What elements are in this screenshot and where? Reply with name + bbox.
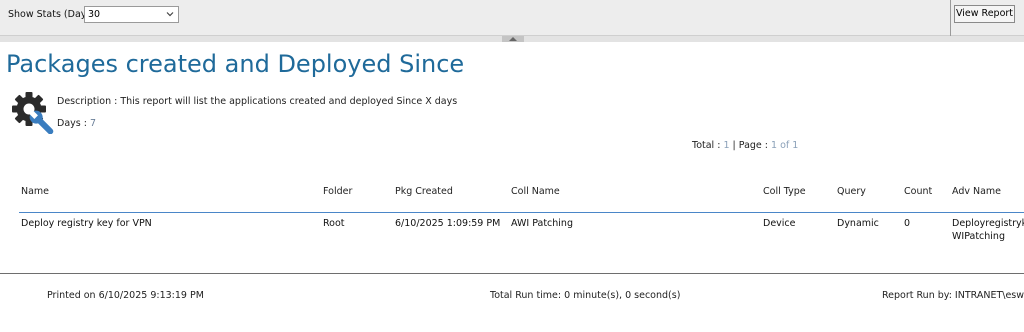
run-time: Total Run time: 0 minute(s), 0 second(s) [490, 290, 681, 301]
show-stats-label: Show Stats (Days) [8, 9, 96, 20]
show-stats-value: 30 [88, 9, 101, 20]
column-header-count: Count [904, 186, 933, 197]
cell-query: Dynamic [837, 218, 879, 229]
chevron-down-icon [166, 12, 174, 17]
cell-folder: Root [323, 218, 345, 229]
printed-on: Printed on 6/10/2025 9:13:19 PM [47, 290, 204, 301]
gear-wrench-icon [12, 92, 54, 134]
report-title: Packages created and Deployed Since [6, 50, 465, 78]
cell-name: Deploy registry key for VPN [21, 218, 152, 229]
column-header-query: Query [837, 186, 866, 197]
collapse-parameters-button[interactable] [502, 36, 524, 42]
column-header-coll-type: Coll Type [763, 186, 806, 197]
cell-coll-name: AWI Patching [511, 218, 573, 229]
report-description: Description : This report will list the … [57, 96, 458, 107]
page-value: 1 of 1 [771, 140, 799, 151]
toolbar-divider [950, 0, 951, 36]
column-header-folder: Folder [323, 186, 353, 197]
cell-count: 0 [904, 218, 911, 229]
cell-adv-name-line1: Deployregistryke [952, 218, 1024, 229]
days-label: Days : [57, 118, 87, 129]
column-header-pkg-created: Pkg Created [395, 186, 453, 197]
total-value: 1 [723, 140, 730, 151]
cell-pkg-created: 6/10/2025 1:09:59 PM [395, 218, 501, 229]
column-header-name: Name [21, 186, 50, 197]
total-label: Total : [692, 140, 721, 151]
column-header-coll-name: Coll Name [511, 186, 560, 197]
table-header-rule [19, 212, 1024, 213]
pager-separator: | [732, 140, 736, 151]
days-parameter: Days : 7 [57, 118, 96, 129]
parameter-toolbar: Show Stats (Days) 30 View Report [0, 0, 1024, 36]
page-label: Page : [738, 140, 768, 151]
pager-summary: Total : 1 | Page : 1 of 1 [692, 140, 798, 151]
view-report-button[interactable]: View Report [954, 5, 1015, 23]
days-value: 7 [89, 118, 97, 129]
column-header-adv-name: Adv Name [952, 186, 1002, 197]
report-run-by: Report Run by: INTRANET\eswar [882, 290, 1024, 301]
cell-coll-type: Device [763, 218, 796, 229]
show-stats-dropdown[interactable]: 30 [84, 6, 179, 23]
chevron-up-icon [509, 37, 517, 41]
footer-divider [0, 273, 1024, 274]
cell-adv-name-line2: WIPatching [952, 231, 1005, 242]
